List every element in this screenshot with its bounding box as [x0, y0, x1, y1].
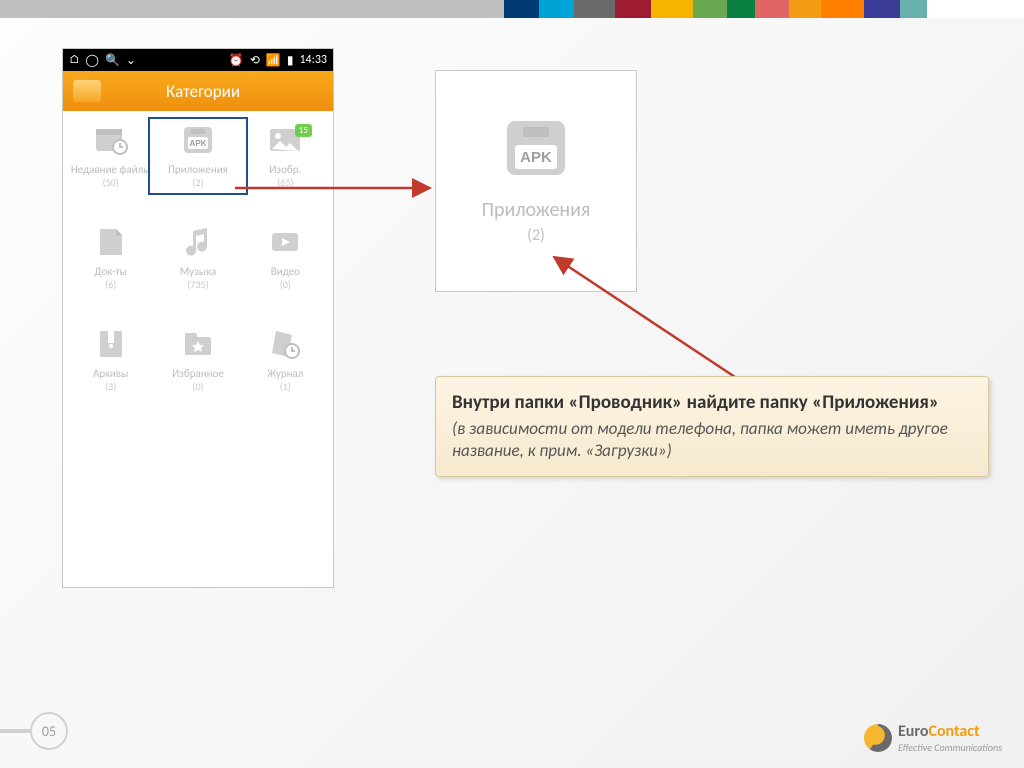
category-archive[interactable]: Архивы (3) — [67, 327, 154, 393]
battery-icon: ▮ — [287, 53, 294, 68]
apk-icon — [179, 123, 217, 157]
category-count: (50) — [103, 176, 119, 189]
doc-icon — [92, 225, 130, 259]
search-icon: 🔍 — [105, 53, 120, 68]
instruction-note: Внутри папки «Проводник» найдите папку «… — [435, 376, 989, 477]
category-count: (0) — [280, 278, 291, 291]
app-bar-title: Категории — [73, 81, 333, 102]
category-label: Видео — [271, 265, 300, 278]
category-label: Музыка — [180, 265, 217, 278]
category-label: Архивы — [93, 367, 128, 380]
category-count: (2) — [192, 176, 203, 189]
note-headline: Внутри папки «Проводник» найдите папку «… — [452, 391, 972, 416]
slide-canvas: ⌂ ◯ 🔍 ⌄ ⏰ ⟲ 📶 ▮ 14:33 Категории Недавние… — [0, 18, 1024, 768]
video-icon — [266, 225, 304, 259]
category-fav[interactable]: Избранное (0) — [154, 327, 241, 393]
category-count: (0) — [192, 380, 203, 393]
category-count: (1) — [280, 380, 291, 393]
apk-icon — [501, 117, 571, 184]
statusbar-time: 14:33 — [299, 53, 327, 67]
category-recent[interactable]: Недавние файлы (50) — [67, 123, 154, 189]
category-apk[interactable]: Приложения (2) — [154, 123, 241, 189]
category-doc[interactable]: Док-ты (6) — [67, 225, 154, 291]
category-label: Журнал — [267, 367, 303, 380]
arrow-to-zoom — [235, 178, 445, 198]
fav-icon — [179, 327, 217, 361]
page-line — [0, 729, 30, 733]
android-statusbar: ⌂ ◯ 🔍 ⌄ ⏰ ⟲ 📶 ▮ 14:33 — [63, 49, 333, 71]
signal-icon: 📶 — [266, 53, 281, 68]
image-icon: 15 — [266, 123, 304, 157]
zoom-label: Приложения — [482, 198, 591, 222]
app-bar: Категории — [63, 71, 333, 111]
sync-icon: ⟲ — [250, 53, 260, 68]
alarm-icon: ⏰ — [229, 53, 244, 68]
category-count: (3) — [105, 380, 116, 393]
category-music[interactable]: Музыка (735) — [154, 225, 241, 291]
brand-logo: EuroContact Effective Communications — [864, 722, 1002, 754]
arrow-to-note — [548, 251, 748, 391]
category-label: Док-ты — [94, 265, 127, 278]
note-subtext: (в зависимости от модели телефона, папка… — [452, 418, 972, 462]
category-label: Изобр. — [269, 163, 301, 176]
category-grid: Недавние файлы (50) Приложения (2) 15 Изо… — [63, 111, 333, 405]
brand-swirl-icon — [864, 724, 892, 752]
page-number: 05 — [30, 712, 68, 750]
category-label: Приложения — [168, 163, 228, 176]
category-log[interactable]: Журнал (1) — [242, 327, 329, 393]
folder-icon — [73, 80, 101, 102]
recent-icon — [92, 123, 130, 157]
log-icon — [266, 327, 304, 361]
category-count: (735) — [187, 278, 208, 291]
home-icon: ⌂ — [69, 53, 80, 67]
category-count: (6) — [105, 278, 116, 291]
chevron-down-icon: ⌄ — [126, 53, 136, 68]
circle-icon: ◯ — [86, 53, 99, 68]
category-label: Недавние файлы — [71, 163, 151, 176]
decorative-top-stripe — [0, 0, 1024, 18]
zoom-count: (2) — [527, 226, 545, 245]
category-label: Избранное — [172, 367, 224, 380]
archive-icon — [92, 327, 130, 361]
music-icon — [179, 225, 217, 259]
phone-screenshot: ⌂ ◯ 🔍 ⌄ ⏰ ⟲ 📶 ▮ 14:33 Категории Недавние… — [62, 48, 334, 588]
category-video[interactable]: Видео (0) — [242, 225, 329, 291]
badge: 15 — [295, 124, 312, 137]
